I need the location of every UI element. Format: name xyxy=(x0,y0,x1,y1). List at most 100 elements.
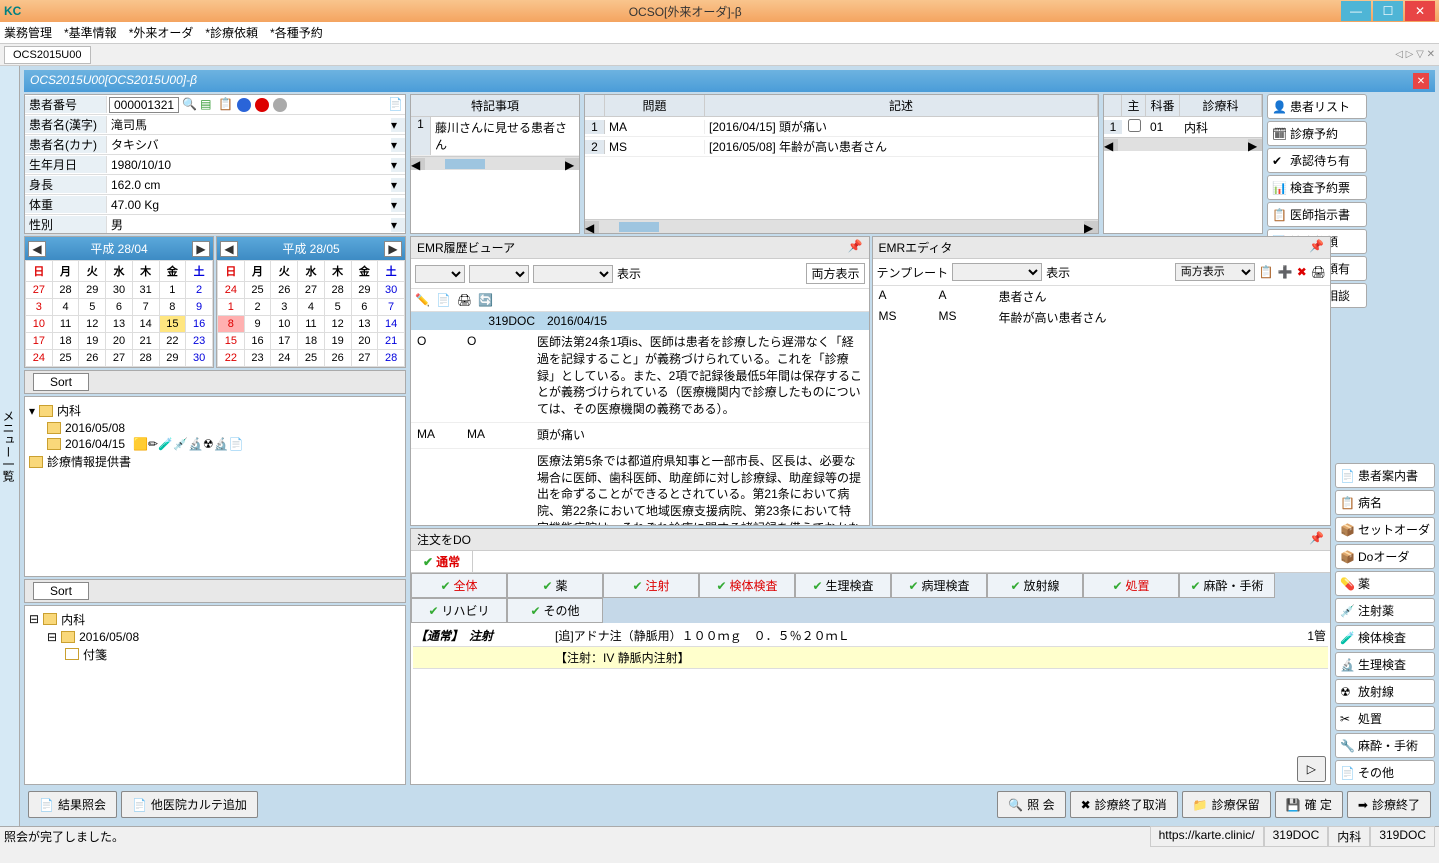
action-button[interactable]: ✔承認待ち有 xyxy=(1267,148,1367,173)
footer-button[interactable]: ✖診療終了取消 xyxy=(1070,791,1178,818)
cal-next[interactable]: ▶ xyxy=(384,241,402,257)
calendar-day[interactable]: 7 xyxy=(132,299,159,316)
tree-date[interactable]: ⊟2016/05/08 xyxy=(47,629,401,645)
calendar-day[interactable]: 28 xyxy=(132,350,159,367)
calendar-day[interactable]: 10 xyxy=(26,316,53,333)
calendar-day[interactable]: 15 xyxy=(218,333,245,350)
calendar-day[interactable]: 17 xyxy=(271,333,298,350)
calendar-day[interactable]: 26 xyxy=(271,282,298,299)
calendar-day[interactable]: 11 xyxy=(52,316,79,333)
calendar-day[interactable]: 25 xyxy=(52,350,79,367)
calendar-day[interactable]: 21 xyxy=(132,333,159,350)
calendar-day[interactable]: 17 xyxy=(26,333,53,350)
action-button[interactable]: 👤患者リスト xyxy=(1267,94,1367,119)
filter-button[interactable]: ✔薬 xyxy=(507,573,603,598)
calendar-day[interactable]: 30 xyxy=(378,282,405,299)
tree-root[interactable]: ⊟内科 xyxy=(29,610,401,629)
pin-icon[interactable]: 📌 xyxy=(1309,531,1324,548)
calendar-day[interactable]: 26 xyxy=(79,350,106,367)
calendar-day[interactable]: 24 xyxy=(218,282,245,299)
sort-button[interactable]: Sort xyxy=(33,373,89,391)
calendar-day[interactable]: 25 xyxy=(244,282,271,299)
footer-button[interactable]: 📄他医院カルテ追加 xyxy=(121,791,258,818)
calendar-day[interactable]: 24 xyxy=(271,350,298,367)
calendar-day[interactable]: 4 xyxy=(298,299,325,316)
calendar-day[interactable]: 21 xyxy=(378,333,405,350)
tool-icon[interactable]: ➕ xyxy=(1278,265,1293,279)
calendar-day[interactable]: 14 xyxy=(132,316,159,333)
tab-nav[interactable]: ◁ ▷ ▽ ✕ xyxy=(1395,49,1435,60)
emr-select-2[interactable] xyxy=(469,265,529,283)
calendar-day[interactable]: 13 xyxy=(106,316,133,333)
calendar-day[interactable]: 9 xyxy=(186,299,213,316)
calendar-day[interactable]: 4 xyxy=(52,299,79,316)
note-icon[interactable]: 📋 xyxy=(218,97,234,113)
calendar-day[interactable]: 14 xyxy=(378,316,405,333)
calendar-day[interactable]: 25 xyxy=(298,350,325,367)
calendar-day[interactable]: 3 xyxy=(271,299,298,316)
sort-button[interactable]: Sort xyxy=(33,582,89,600)
filter-button[interactable]: ✔病理検査 xyxy=(891,573,987,598)
maximize-button[interactable]: ☐ xyxy=(1373,1,1403,21)
print-icon[interactable]: 🖨 xyxy=(457,293,472,307)
calendar-day[interactable]: 1 xyxy=(159,282,186,299)
calendar-day[interactable]: 22 xyxy=(218,350,245,367)
calendar-day[interactable]: 16 xyxy=(186,316,213,333)
calendar-day[interactable]: 31 xyxy=(132,282,159,299)
tool-icon[interactable]: ✖ xyxy=(1297,265,1307,279)
action-button[interactable]: ☢放射線 xyxy=(1335,679,1435,704)
note-row[interactable]: 1藤川さんに見せる患者さん xyxy=(411,117,579,156)
order-tab-normal[interactable]: ✔通常 xyxy=(411,551,473,572)
emr-select-3[interactable] xyxy=(533,265,613,283)
calendar-day[interactable]: 12 xyxy=(79,316,106,333)
tree-date[interactable]: 2016/05/08 xyxy=(47,420,401,436)
footer-button[interactable]: 💾確 定 xyxy=(1275,791,1343,818)
editor-row[interactable]: AA患者さん xyxy=(873,286,1331,307)
calendar-day[interactable]: 30 xyxy=(186,350,213,367)
menu-item[interactable]: *基準情報 xyxy=(64,24,117,41)
copy-icon[interactable]: 📄 xyxy=(436,293,451,307)
problem-row[interactable]: 1MA[2016/04/15] 頭が痛い xyxy=(585,117,1098,137)
action-button[interactable]: 📋病名 xyxy=(1335,490,1435,515)
tree-doc[interactable]: 診療情報提供書 xyxy=(29,452,401,471)
tree-leaf[interactable]: 付箋 xyxy=(65,645,401,664)
calendar-day[interactable]: 6 xyxy=(351,299,378,316)
calendar-day[interactable]: 3 xyxy=(26,299,53,316)
tree-root[interactable]: ▾内科 xyxy=(29,401,401,420)
calendar-day[interactable]: 27 xyxy=(26,282,53,299)
problems-scroll[interactable]: ◀▶ xyxy=(585,219,1098,233)
editor-mode[interactable]: 両方表示 xyxy=(1175,263,1255,281)
calendar-day[interactable]: 19 xyxy=(324,333,351,350)
filter-button[interactable]: ✔生理検査 xyxy=(795,573,891,598)
calendar-day[interactable]: 26 xyxy=(324,350,351,367)
calendar-day[interactable]: 9 xyxy=(244,316,271,333)
emr-select-1[interactable] xyxy=(415,265,465,283)
calendar-day[interactable]: 29 xyxy=(351,282,378,299)
action-button[interactable]: 🔬生理検査 xyxy=(1335,652,1435,677)
tree-date[interactable]: 2016/04/15🟨✏🧪💉🔬☢🔬📄 xyxy=(47,436,401,452)
calendar-day[interactable]: 24 xyxy=(26,350,53,367)
calendar-day[interactable]: 8 xyxy=(159,299,186,316)
calendar-day[interactable]: 23 xyxy=(186,333,213,350)
action-button[interactable]: 🧪検体検査 xyxy=(1335,625,1435,650)
calendar-day[interactable]: 12 xyxy=(324,316,351,333)
emr-mode[interactable]: 両方表示 xyxy=(806,263,864,284)
calendar-day[interactable]: 19 xyxy=(79,333,106,350)
calendar-day[interactable]: 27 xyxy=(106,350,133,367)
footer-button[interactable]: ➡診療終了 xyxy=(1347,791,1431,818)
cal-prev[interactable]: ◀ xyxy=(28,241,46,257)
pin-icon[interactable]: 📌 xyxy=(1309,239,1324,256)
minimize-button[interactable]: — xyxy=(1341,1,1371,21)
clipboard-icon[interactable]: 📄 xyxy=(388,97,404,113)
action-button[interactable]: 📄患者案内書 xyxy=(1335,463,1435,488)
calendar-day[interactable]: 20 xyxy=(351,333,378,350)
calendar-day[interactable]: 30 xyxy=(106,282,133,299)
action-button[interactable]: 📦セットオーダ xyxy=(1335,517,1435,542)
calendar-day[interactable]: 22 xyxy=(159,333,186,350)
filter-button[interactable]: ✔全体 xyxy=(411,573,507,598)
calendar-day[interactable]: 13 xyxy=(351,316,378,333)
calendar-day[interactable]: 5 xyxy=(324,299,351,316)
calendar-day[interactable]: 7 xyxy=(378,299,405,316)
calendar-day[interactable]: 27 xyxy=(351,350,378,367)
subwindow-close[interactable]: ✕ xyxy=(1413,73,1429,89)
